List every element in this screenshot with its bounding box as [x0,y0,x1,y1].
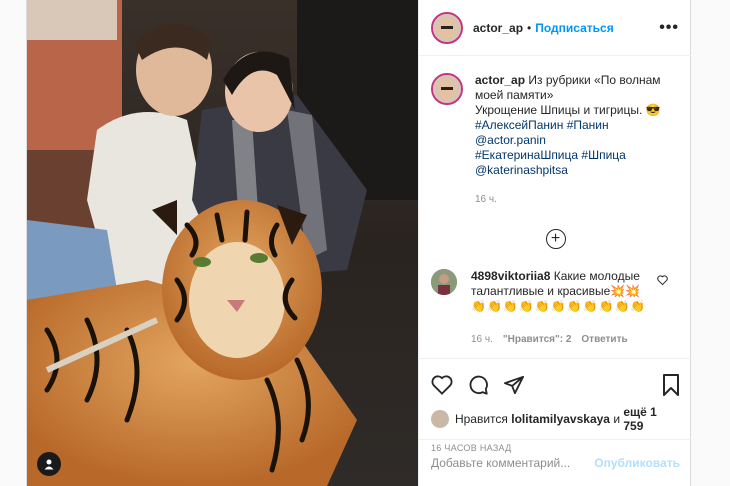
comment-item: 4898viktoriia8 Какие молодые талантливые… [419,269,692,347]
post-container: actor_ap • Подписаться ••• actor_ap Из р… [26,0,692,486]
liker-username[interactable]: lolitamilyavskaya [511,412,610,426]
post-sidebar: actor_ap • Подписаться ••• actor_ap Из р… [418,0,692,486]
caption-avatar[interactable] [431,73,463,105]
comment-like-heart-icon[interactable] [657,275,668,285]
post-header: actor_ap • Подписаться ••• [419,0,691,56]
caption-text: actor_ap Из рубрики «По волнам моей памя… [475,73,680,207]
more-options-button[interactable]: ••• [659,19,679,37]
caption-hashtags-2[interactable]: #ЕкатеринаШпица #Шпица [475,148,680,163]
likes-summary: Нравится lolitamilyavskaya и ещё 1 759 [431,405,680,433]
add-comment-bar: Опубликовать [419,439,692,486]
user-tag-button[interactable] [37,452,61,476]
likes-others-count[interactable]: ещё 1 759 [623,405,680,433]
load-more-comments[interactable]: + [419,229,692,249]
comment-avatar[interactable] [431,269,457,295]
user-tag-icon [44,459,54,470]
comment-emojis: 👏👏👏👏👏👏👏👏👏👏👏 [471,299,647,313]
comment-likes[interactable]: "Нравится": 2 [503,332,572,347]
follow-button[interactable]: Подписаться [535,21,613,35]
caption-username[interactable]: actor_ap [475,73,525,87]
caption-mention-1[interactable]: @actor.panin [475,133,680,148]
publish-button[interactable]: Опубликовать [594,456,680,470]
author-username[interactable]: actor_ap [473,21,523,35]
caption-hashtags-1[interactable]: #АлексейПанин #Панин [475,118,680,133]
comments-section[interactable]: actor_ap Из рубрики «По волнам моей памя… [419,57,692,358]
comment-input[interactable] [431,456,595,470]
caption-time: 16 ч. [475,194,497,205]
bookmark-icon[interactable] [662,374,680,396]
comment-meta: 16 ч. "Нравится": 2 Ответить [471,332,666,347]
caption-mention-2[interactable]: @katerinashpitsa [475,163,680,178]
comment-body: 4898viktoriia8 Какие молодые талантливые… [471,269,666,347]
likes-prefix: Нравится [454,412,508,426]
plus-circle-icon: + [545,229,566,249]
post-photo[interactable] [27,0,418,486]
post-caption: actor_ap Из рубрики «По волнам моей памя… [419,57,692,207]
share-icon[interactable] [503,375,525,395]
likes-and: и [613,412,621,426]
heart-icon[interactable] [431,375,453,395]
separator-dot: • [527,20,532,35]
caption-line-2: Укрощение Шпицы и тигрицы. 😎 [475,103,661,117]
comment-time: 16 ч. [471,334,493,345]
comment-reply-button[interactable]: Ответить [581,332,627,347]
comment-icon[interactable] [467,374,489,396]
author-avatar[interactable] [431,11,463,44]
action-icons-row [431,367,680,403]
liker-avatar[interactable] [431,410,449,428]
post-image [27,0,418,486]
comment-username[interactable]: 4898viktoriia8 [471,269,550,283]
